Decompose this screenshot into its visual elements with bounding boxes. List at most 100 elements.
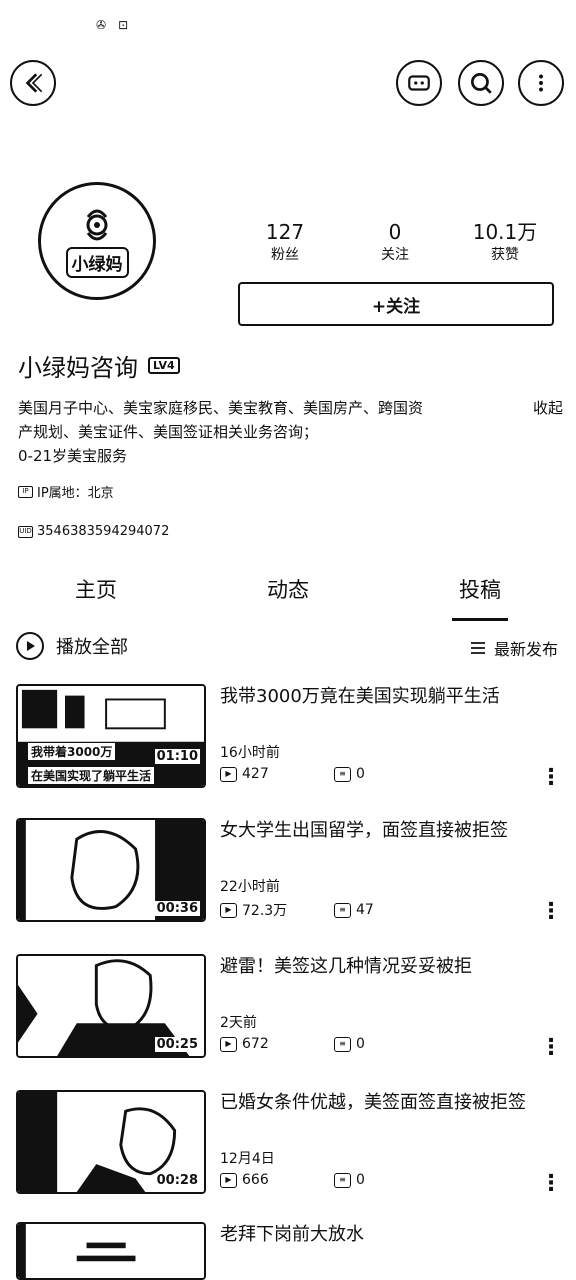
uid-value[interactable]: 3546383594294072: [37, 524, 169, 539]
search-icon: [470, 72, 492, 94]
back-button[interactable]: [10, 60, 56, 106]
video-item[interactable]: 00:36 女大学生出国留学，面签直接被拒签 22小时前 ▶ 72.3万 ≡ 47 …: [0, 818, 576, 928]
stat-number: 127: [265, 220, 305, 244]
video-thumbnail[interactable]: 00:25: [16, 954, 206, 1058]
stat-fans[interactable]: 127 粉丝: [230, 220, 340, 266]
bio-line: 产规划、美宝证件、美国签证相关业务咨询；: [18, 423, 319, 441]
tab-dynamic[interactable]: 动态: [238, 574, 338, 604]
view-count: ▶ 672: [220, 1036, 334, 1052]
tab-home[interactable]: 主页: [46, 574, 146, 604]
level-badge: LV4: [148, 357, 180, 374]
sort-button[interactable]: 最新发布: [470, 636, 558, 660]
video-meta: ▶ 672 ≡ 0: [220, 1036, 365, 1052]
more-options-icon[interactable]: ⋮: [540, 1037, 562, 1059]
video-duration: 01:10: [154, 749, 200, 764]
play-all-label: 播放全部: [56, 637, 128, 658]
more-icon: [539, 74, 543, 92]
video-thumbnail[interactable]: 我带着3000万 在美国实现了躺平生活 01:10: [16, 684, 206, 788]
view-count: ▶ 427: [220, 766, 334, 782]
more-options-icon[interactable]: ⋮: [540, 901, 562, 923]
search-button[interactable]: [458, 60, 504, 106]
bio-line: 美国月子中心、美宝家庭移民、美宝教育、美国房产、跨国资 收起: [18, 396, 563, 420]
video-time: 12月4日: [220, 1151, 275, 1167]
comment-count: ≡ 47: [334, 902, 374, 918]
video-title[interactable]: 避雷！美签这几种情况妥妥被拒: [220, 954, 560, 980]
view-count: ▶ 72.3万: [220, 900, 334, 920]
avatar[interactable]: 小绿妈: [38, 182, 156, 300]
list-icon: [470, 642, 485, 654]
tab-active-indicator: [452, 618, 508, 621]
avatar-logo-text: 小绿妈: [65, 246, 129, 278]
more-button[interactable]: [518, 60, 564, 106]
video-title[interactable]: 已婚女条件优越，美签面签直接被拒签: [220, 1090, 560, 1116]
video-time: 16小时前: [220, 745, 280, 761]
comment-count-value: 0: [356, 1036, 365, 1052]
tab-posts[interactable]: 投稿: [430, 574, 530, 604]
video-thumbnail[interactable]: 00:28: [16, 1090, 206, 1194]
comment-icon: ≡: [334, 1036, 351, 1052]
more-options-icon[interactable]: ⋮: [540, 1173, 562, 1195]
comment-icon: ≡: [334, 766, 351, 782]
video-item[interactable]: 老拜下岗前大放水: [0, 1222, 576, 1280]
sort-label: 最新发布: [493, 640, 558, 659]
video-item[interactable]: 00:25 避雷！美签这几种情况妥妥被拒 2天前 ▶ 672 ≡ 0 ⋮: [0, 954, 576, 1064]
video-time: 22小时前: [220, 879, 280, 895]
video-duration: 00:28: [154, 1173, 200, 1188]
play-count-icon: ▶: [220, 902, 237, 918]
stat-following[interactable]: 0 关注: [340, 220, 450, 266]
play-count-icon: ▶: [220, 766, 237, 782]
play-count-icon: ▶: [220, 1036, 237, 1052]
follow-button[interactable]: +关注: [238, 282, 554, 326]
play-all-button[interactable]: 播放全部: [16, 632, 128, 660]
profile-name: 小绿妈咨询: [18, 354, 138, 382]
video-title[interactable]: 老拜下岗前大放水: [220, 1222, 560, 1248]
list-header: 播放全部 最新发布: [0, 632, 576, 662]
bio-text: 美国月子中心、美宝家庭移民、美宝教育、美国房产、跨国资: [18, 399, 424, 417]
comment-count: ≡ 0: [334, 1036, 365, 1052]
video-meta: ▶ 666 ≡ 0: [220, 1172, 365, 1188]
comment-count-value: 0: [356, 766, 365, 782]
video-title[interactable]: 我带3000万竟在美国实现躺平生活: [220, 684, 560, 710]
play-count-icon: ▶: [220, 1172, 237, 1188]
more-options-icon[interactable]: ⋮: [540, 767, 562, 789]
profile-tabs: 主页 动态 投稿: [0, 574, 576, 624]
stat-label: 获赞: [491, 247, 519, 263]
stat-label: 关注: [381, 247, 409, 263]
view-count: ▶ 666: [220, 1172, 334, 1188]
comment-count: ≡ 0: [334, 1172, 365, 1188]
stat-number: 0: [388, 220, 402, 244]
ip-location: IP属地：北京: [37, 486, 114, 501]
video-thumbnail[interactable]: 00:36: [16, 818, 206, 922]
video-item[interactable]: 00:28 已婚女条件优越，美签面签直接被拒签 12月4日 ▶ 666 ≡ 0 ⋮: [0, 1090, 576, 1200]
status-bar: ✇ ⊡: [96, 18, 128, 32]
video-thumbnail[interactable]: [16, 1222, 206, 1280]
stats-row: 127 粉丝 0 关注 10.1万 获赞: [230, 220, 560, 266]
video-title[interactable]: 女大学生出国留学，面签直接被拒签: [220, 818, 560, 844]
live-button[interactable]: [396, 60, 442, 106]
view-count-value: 672: [242, 1036, 269, 1052]
comment-count: ≡ 0: [334, 766, 365, 782]
comment-count-value: 0: [356, 1172, 365, 1188]
uid-icon: UID: [18, 525, 33, 538]
flower-logo-icon: [86, 209, 108, 240]
ip-icon: IP: [18, 485, 33, 498]
bio-line: 0-21岁美宝服务: [18, 447, 128, 465]
bio-collapse-link[interactable]: 收起: [533, 396, 563, 420]
stat-likes[interactable]: 10.1万 获赞: [450, 220, 560, 266]
view-count-value: 427: [242, 766, 269, 782]
video-item[interactable]: 我带着3000万 在美国实现了躺平生活 01:10 我带3000万竟在美国实现躺…: [0, 684, 576, 794]
thumbnail-image: [18, 1224, 204, 1278]
stat-number: 10.1万: [472, 220, 538, 244]
video-duration: 00:36: [154, 901, 200, 916]
name-row: 小绿妈咨询 LV4: [18, 348, 180, 383]
view-count-value: 72.3万: [242, 903, 288, 919]
video-meta: ▶ 427 ≡ 0: [220, 766, 365, 782]
view-count-value: 666: [242, 1172, 269, 1188]
thumbnail-caption: 我带着3000万: [28, 743, 116, 760]
profile-bio: 美国月子中心、美宝家庭移民、美宝教育、美国房产、跨国资 收起 产规划、美宝证件、…: [18, 396, 563, 468]
stat-label: 粉丝: [271, 247, 299, 263]
video-meta: ▶ 72.3万 ≡ 47: [220, 900, 374, 920]
thumbnail-caption: 在美国实现了躺平生活: [28, 767, 155, 784]
video-time: 2天前: [220, 1015, 257, 1031]
ip-location-row: IP IP属地：北京: [18, 482, 114, 501]
